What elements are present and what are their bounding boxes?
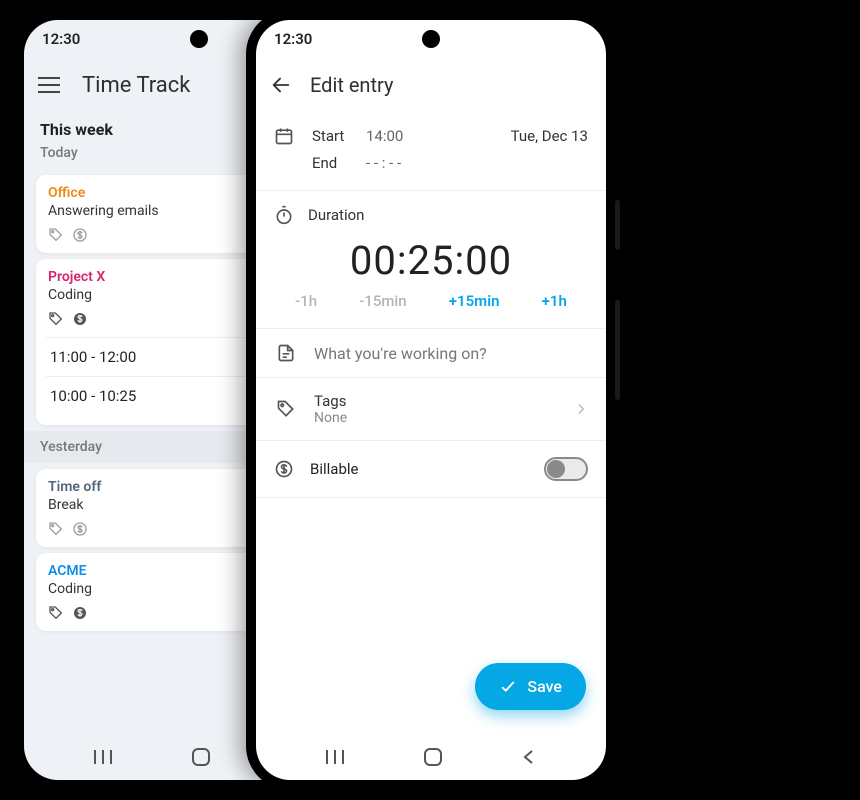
description-row[interactable]: What you're working on? [256, 329, 606, 378]
end-label: End [312, 154, 352, 172]
billable-row: Billable [256, 441, 606, 498]
tag-icon [48, 311, 64, 327]
dollar-icon [274, 459, 294, 479]
dollar-icon [72, 227, 88, 243]
back-arrow-icon[interactable] [270, 74, 292, 96]
time-range-section: Start 14:00 Tue, Dec 13 End - - : - - [256, 112, 606, 191]
tags-row[interactable]: Tags None [256, 378, 606, 441]
chevron-right-icon [574, 402, 588, 416]
tags-label: Tags [314, 392, 558, 410]
start-label: Start [312, 127, 352, 145]
back-icon[interactable] [520, 748, 538, 766]
check-icon [499, 678, 517, 696]
billable-toggle[interactable] [544, 457, 588, 481]
description-placeholder: What you're working on? [314, 344, 487, 363]
billable-label: Billable [310, 460, 528, 478]
stopwatch-icon [274, 205, 294, 225]
app-bar: Edit entry [256, 58, 606, 112]
tag-icon [48, 227, 64, 243]
menu-icon[interactable] [38, 77, 60, 93]
adjust-minus-1h[interactable]: -1h [295, 292, 317, 310]
phone-edit-entry: 12:30 Edit entry Start 14:00 Tue, Dec 13… [246, 10, 616, 790]
adjust-plus-1h[interactable]: +1h [542, 292, 567, 310]
status-time: 12:30 [274, 30, 312, 48]
tags-value: None [314, 410, 558, 426]
end-time-value[interactable]: - - : - - [366, 154, 401, 172]
camera-cutout [190, 30, 208, 48]
dollar-icon [72, 521, 88, 537]
android-nav-bar [256, 734, 606, 780]
duration-label: Duration [308, 206, 364, 224]
duration-adjust-row: -1h -15min +15min +1h [274, 292, 588, 310]
tag-icon [274, 399, 298, 419]
app-title: Time Track [82, 73, 190, 98]
adjust-minus-15min[interactable]: -15min [359, 292, 406, 310]
camera-cutout [422, 30, 440, 48]
screen-title: Edit entry [310, 73, 393, 97]
adjust-plus-15min[interactable]: +15min [449, 292, 500, 310]
hardware-button [615, 200, 620, 250]
dollar-icon [72, 605, 88, 621]
start-time-value[interactable]: 14:00 [366, 127, 403, 145]
tag-icon [48, 521, 64, 537]
duration-section: Duration 00:25:00 -1h -15min +15min +1h [256, 191, 606, 329]
hardware-button [615, 300, 620, 400]
status-time: 12:30 [42, 30, 80, 48]
tag-icon [48, 605, 64, 621]
note-icon [274, 343, 298, 363]
save-button[interactable]: Save [475, 663, 586, 710]
save-label: Save [527, 677, 562, 696]
home-icon[interactable] [191, 747, 211, 767]
calendar-icon [274, 126, 298, 146]
recents-icon[interactable] [92, 748, 114, 766]
date-value[interactable]: Tue, Dec 13 [511, 127, 588, 145]
dollar-icon [72, 311, 88, 327]
recents-icon[interactable] [324, 748, 346, 766]
duration-value[interactable]: 00:25:00 [274, 225, 588, 292]
home-icon[interactable] [423, 747, 443, 767]
